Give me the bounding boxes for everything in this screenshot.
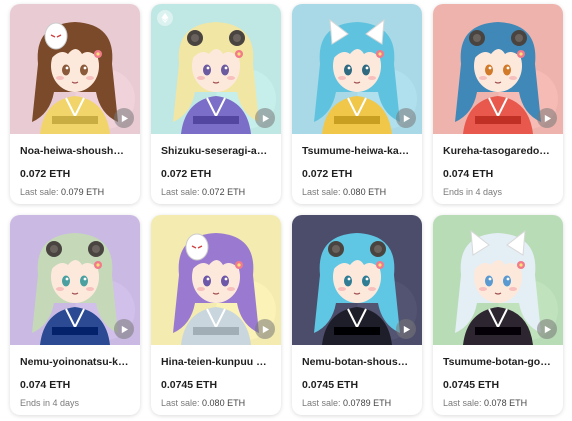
play-icon[interactable] [537,319,557,339]
last-sale-value: 0.079 ETH [61,187,105,197]
nft-artwork-image[interactable] [10,215,140,345]
last-sale-label: Last sale: [302,187,341,197]
nft-name[interactable]: Nemu-botan-shousho... [302,356,412,369]
nft-name[interactable]: Tsumume-botan-gora... [443,356,553,369]
play-icon[interactable] [114,108,134,128]
last-sale-value: 0.080 ETH [343,187,387,197]
nft-name[interactable]: Hina-teien-kunpuu #1... [161,356,271,369]
nft-artwork-image[interactable] [151,4,281,134]
nft-name[interactable]: Noa-heiwa-shousho #... [20,145,130,158]
last-sale-value: 0.072 ETH [202,187,246,197]
nft-card[interactable]: Kureha-tasogaredoki-... 0.074 ETH Ends in … [433,4,563,204]
nft-card-info: Tsumume-botan-gora... 0.0745 ETH Last sale… [433,345,563,409]
nft-card-info: Hina-teien-kunpuu #1... 0.0745 ETH Last sa… [151,345,281,409]
auction-ends-info: Ends in 4 days [20,397,130,409]
last-sale-info: Last sale: 0.0789 ETH [302,397,412,409]
nft-card[interactable]: Hina-teien-kunpuu #1... 0.0745 ETH Last sa… [151,215,281,415]
play-icon[interactable] [396,319,416,339]
nft-price: 0.072 ETH [20,168,71,180]
ethereum-icon [157,10,173,26]
last-sale-info: Last sale: 0.080 ETH [302,186,412,198]
nft-card[interactable]: Noa-heiwa-shousho #... 0.072 ETH Last sale… [10,4,140,204]
nft-artwork-image[interactable] [433,4,563,134]
nft-price: 0.0745 ETH [302,379,359,391]
nft-card-info: Nemu-yoinonatsu-ku... 0.074 ETH Ends in 4 … [10,345,140,409]
nft-price: 0.0745 ETH [161,379,218,391]
nft-card[interactable]: Shizuku-seseragi-akic... 0.072 ETH Last sa… [151,4,281,204]
nft-card[interactable]: Nemu-botan-shousho... 0.0745 ETH Last sale… [292,215,422,415]
nft-price: 0.074 ETH [443,168,494,180]
play-icon[interactable] [255,108,275,128]
nft-name[interactable]: Kureha-tasogaredoki-... [443,145,553,158]
last-sale-label: Last sale: [443,398,482,408]
last-sale-value: 0.0789 ETH [343,398,392,408]
play-icon[interactable] [255,319,275,339]
nft-card-info: Tsumume-heiwa-kata... 0.072 ETH Last sale:… [292,134,422,198]
ends-in-text: Ends in 4 days [443,187,503,197]
nft-artwork-image[interactable] [10,4,140,134]
nft-artwork-image[interactable] [151,215,281,345]
last-sale-info: Last sale: 0.079 ETH [20,186,130,198]
nft-artwork-image[interactable] [433,215,563,345]
nft-price: 0.0745 ETH [443,379,500,391]
play-icon[interactable] [537,108,557,128]
nft-price: 0.074 ETH [20,379,71,391]
last-sale-info: Last sale: 0.072 ETH [161,186,271,198]
nft-card[interactable]: Tsumume-botan-gora... 0.0745 ETH Last sale… [433,215,563,415]
nft-price: 0.072 ETH [161,168,212,180]
nft-name[interactable]: Tsumume-heiwa-kata... [302,145,412,158]
last-sale-label: Last sale: [302,398,341,408]
nft-card[interactable]: Tsumume-heiwa-kata... 0.072 ETH Last sale:… [292,4,422,204]
nft-price: 0.072 ETH [302,168,353,180]
nft-card-info: Noa-heiwa-shousho #... 0.072 ETH Last sale… [10,134,140,198]
nft-artwork-image[interactable] [292,215,422,345]
last-sale-label: Last sale: [161,398,200,408]
auction-ends-info: Ends in 4 days [443,186,553,198]
last-sale-info: Last sale: 0.080 ETH [161,397,271,409]
play-icon[interactable] [114,319,134,339]
nft-artwork-image[interactable] [292,4,422,134]
last-sale-value: 0.078 ETH [484,398,528,408]
nft-name[interactable]: Shizuku-seseragi-akic... [161,145,271,158]
nft-card-info: Shizuku-seseragi-akic... 0.072 ETH Last sa… [151,134,281,198]
nft-card-info: Kureha-tasogaredoki-... 0.074 ETH Ends in … [433,134,563,198]
last-sale-label: Last sale: [161,187,200,197]
nft-card[interactable]: Nemu-yoinonatsu-ku... 0.074 ETH Ends in 4 … [10,215,140,415]
nft-grid: Noa-heiwa-shousho #... 0.072 ETH Last sale… [10,4,563,415]
ends-in-text: Ends in 4 days [20,398,80,408]
nft-card-info: Nemu-botan-shousho... 0.0745 ETH Last sale… [292,345,422,409]
last-sale-info: Last sale: 0.078 ETH [443,397,553,409]
play-icon[interactable] [396,108,416,128]
nft-name[interactable]: Nemu-yoinonatsu-ku... [20,356,130,369]
last-sale-label: Last sale: [20,187,59,197]
last-sale-value: 0.080 ETH [202,398,246,408]
